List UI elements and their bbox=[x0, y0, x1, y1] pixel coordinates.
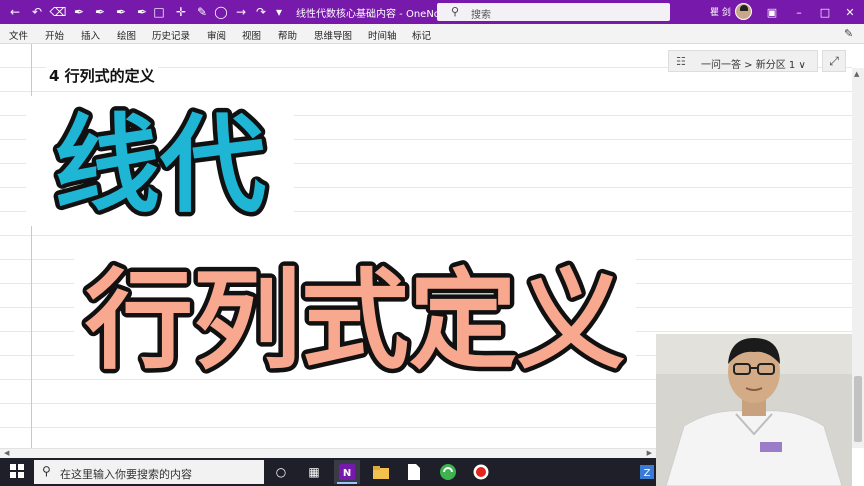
scroll-right-icon[interactable]: ▶ bbox=[647, 449, 652, 457]
tab-insert[interactable]: 插入 bbox=[81, 28, 100, 42]
ink-icon[interactable]: ✎ bbox=[193, 3, 211, 21]
big-text-line2-box: 行列式定义 bbox=[74, 254, 636, 379]
expand-icon[interactable]: ⤢ bbox=[822, 50, 846, 72]
file-explorer-icon[interactable] bbox=[368, 460, 394, 484]
webcam-overlay bbox=[656, 334, 852, 486]
tab-view[interactable]: 视图 bbox=[242, 28, 261, 42]
ribbon-tabs: 文件 开始 插入 绘图 历史记录 审阅 视图 帮助 思维导图 时间轴 标记 ✎ bbox=[0, 24, 864, 44]
tab-timeline[interactable]: 时间轴 bbox=[368, 28, 397, 42]
tab-history[interactable]: 历史记录 bbox=[152, 28, 190, 42]
eraser-icon[interactable]: ⌫ bbox=[49, 3, 67, 21]
active-indicator bbox=[337, 482, 357, 484]
tab-mindmap[interactable]: 思维导图 bbox=[314, 28, 352, 42]
tab-review[interactable]: 审阅 bbox=[207, 28, 226, 42]
customize-icon[interactable]: ▾ bbox=[270, 3, 288, 21]
pen-purple-icon[interactable]: ✒ bbox=[133, 3, 151, 21]
tray-app-icon[interactable]: Z bbox=[634, 460, 660, 484]
vertical-scrollbar[interactable]: ▲ bbox=[852, 68, 864, 448]
app-green-icon[interactable] bbox=[435, 460, 461, 484]
record-icon[interactable] bbox=[468, 460, 494, 484]
big-text-line1-box: 线代 bbox=[26, 96, 294, 226]
taskbar: ⚲ 在这里输入你要搜索的内容 ○ ▦ N Z bbox=[0, 458, 656, 486]
move-icon[interactable]: ✛ bbox=[172, 3, 190, 21]
scroll-up-icon[interactable]: ▲ bbox=[854, 70, 859, 78]
title-bar: ← ↶ ⌫ ✒ ✒ ✒ ✒ □ ✛ ✎ ◯ → ↷ ▾ 线性代数核心基础内容 -… bbox=[0, 0, 864, 24]
lasso-icon[interactable]: ◯ bbox=[212, 3, 230, 21]
big-text-line2: 行列式定义 bbox=[85, 259, 625, 379]
tab-home[interactable]: 开始 bbox=[45, 28, 64, 42]
tab-tags[interactable]: 标记 bbox=[412, 28, 431, 42]
user-name[interactable]: 瞿 剑 bbox=[710, 5, 731, 18]
horizontal-scrollbar[interactable]: ◀ ▶ bbox=[0, 448, 656, 458]
big-text-line1: 线代 bbox=[54, 104, 266, 226]
breadcrumb[interactable]: ☷ 一问一答 > 新分区 1 ∨ bbox=[668, 50, 818, 72]
task-view-icon[interactable]: ▦ bbox=[301, 460, 327, 484]
forward-icon[interactable]: → bbox=[232, 3, 250, 21]
highlighter-icon[interactable]: ✒ bbox=[112, 3, 130, 21]
breadcrumb-text: 一问一答 > 新分区 1 ∨ bbox=[701, 60, 806, 71]
svg-text:N: N bbox=[343, 468, 351, 479]
close-icon[interactable]: ✕ bbox=[840, 3, 860, 21]
ribbon-display-icon[interactable]: ▣ bbox=[762, 3, 782, 21]
cortana-icon[interactable]: ○ bbox=[268, 460, 294, 484]
tab-draw[interactable]: 绘图 bbox=[117, 28, 136, 42]
scroll-left-icon[interactable]: ◀ bbox=[4, 449, 9, 457]
notebook-icon: ☷ bbox=[676, 55, 686, 68]
search-placeholder: 搜索 bbox=[471, 10, 491, 21]
pen-icon[interactable]: ✒ bbox=[70, 3, 88, 21]
scroll-thumb[interactable] bbox=[854, 376, 862, 442]
search-icon: ⚲ bbox=[42, 464, 51, 478]
onenote-taskbar-icon[interactable]: N bbox=[334, 460, 360, 484]
presenter-image bbox=[656, 334, 852, 486]
maximize-icon[interactable]: □ bbox=[815, 3, 835, 21]
svg-text:Z: Z bbox=[644, 468, 651, 479]
taskbar-search-placeholder: 在这里输入你要搜索的内容 bbox=[60, 468, 192, 481]
sticky-notes-icon[interactable]: ✎ bbox=[844, 27, 853, 40]
undo-icon[interactable]: ↶ bbox=[28, 3, 46, 21]
windows-start-icon[interactable] bbox=[10, 464, 24, 478]
page-heading[interactable]: 4 行列式的定义 bbox=[46, 65, 158, 86]
document-icon[interactable] bbox=[401, 460, 427, 484]
tab-help[interactable]: 帮助 bbox=[278, 28, 297, 42]
minimize-icon[interactable]: – bbox=[789, 3, 809, 21]
shapes-icon[interactable]: □ bbox=[150, 3, 168, 21]
tab-file[interactable]: 文件 bbox=[9, 28, 28, 42]
search-box[interactable]: ⚲ 搜索 bbox=[437, 3, 670, 21]
pen-red-icon[interactable]: ✒ bbox=[91, 3, 109, 21]
avatar[interactable] bbox=[735, 3, 752, 20]
onenote-icon: N bbox=[339, 464, 355, 480]
search-icon: ⚲ bbox=[451, 5, 460, 18]
back-icon[interactable]: ← bbox=[6, 3, 24, 21]
redo-icon[interactable]: ↷ bbox=[252, 3, 270, 21]
taskbar-search[interactable]: ⚲ 在这里输入你要搜索的内容 bbox=[34, 460, 264, 484]
window-title: 线性代数核心基础内容 - OneNote bbox=[296, 9, 450, 20]
